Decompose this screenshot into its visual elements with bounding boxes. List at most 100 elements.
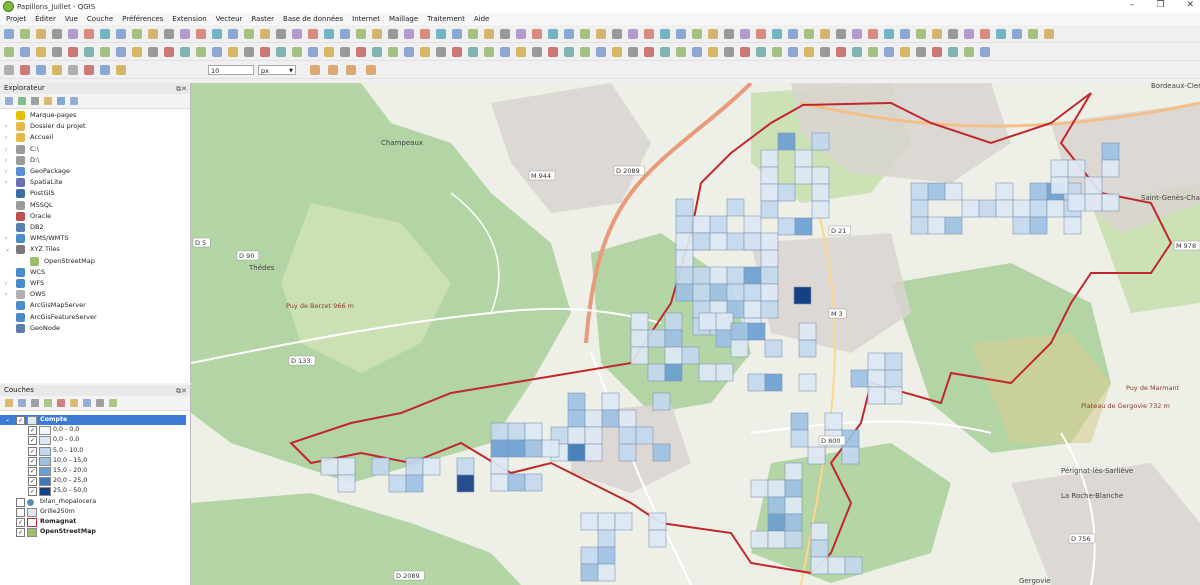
legend-class-item[interactable]: ✓ 15,0 - 20,0: [0, 466, 186, 476]
grid-cell[interactable]: [790, 412, 809, 431]
grid-cell[interactable]: [715, 329, 734, 348]
grid-cell[interactable]: [709, 283, 728, 302]
menu-extension[interactable]: Extension: [172, 15, 206, 23]
grid-cell[interactable]: [807, 446, 826, 465]
grid-cell[interactable]: [715, 312, 734, 331]
tolerance-input[interactable]: 10: [208, 65, 254, 75]
expand-arrow-icon[interactable]: ›: [5, 177, 7, 188]
panel-tool-icon[interactable]: [70, 399, 78, 407]
toolbar-tool-icon[interactable]: [196, 47, 206, 57]
grid-cell[interactable]: [760, 183, 779, 202]
toolbar-tool-icon[interactable]: [340, 29, 350, 39]
grid-cell[interactable]: [1101, 159, 1120, 178]
toolbar-tool-icon[interactable]: [388, 29, 398, 39]
grid-cell[interactable]: [614, 512, 633, 531]
menu-base-de-donnees[interactable]: Base de données: [283, 15, 343, 23]
toolbar-tool-icon[interactable]: [244, 47, 254, 57]
layer-checkbox[interactable]: ✓: [28, 436, 37, 446]
snapping-tool-icon[interactable]: [366, 65, 376, 75]
grid-cell[interactable]: [388, 474, 407, 493]
toolbar-tool-icon[interactable]: [564, 29, 574, 39]
toolbar-tool-icon[interactable]: [436, 47, 446, 57]
toolbar-tool-icon[interactable]: [212, 29, 222, 39]
grid-cell[interactable]: [597, 512, 616, 531]
grid-cell[interactable]: [726, 266, 745, 285]
toolbar-tool-icon[interactable]: [628, 47, 638, 57]
grid-cell[interactable]: [777, 132, 796, 151]
expand-arrow-icon[interactable]: ›: [5, 155, 7, 166]
grid-cell[interactable]: [784, 479, 803, 498]
grid-cell[interactable]: [784, 513, 803, 532]
grid-cell[interactable]: [811, 183, 830, 202]
grid-cell[interactable]: [810, 556, 829, 575]
toolbar-tool-icon[interactable]: [756, 47, 766, 57]
grid-cell[interactable]: [793, 286, 812, 305]
toolbar-tool-icon[interactable]: [260, 29, 270, 39]
grid-cell[interactable]: [777, 183, 796, 202]
grid-cell[interactable]: [798, 322, 817, 341]
toolbar-tool-icon[interactable]: [356, 29, 366, 39]
grid-cell[interactable]: [794, 166, 813, 185]
grid-cell[interactable]: [647, 329, 666, 348]
grid-cell[interactable]: [995, 182, 1014, 201]
toolbar-tool-icon[interactable]: [20, 29, 30, 39]
toolbar-tool-icon[interactable]: [500, 47, 510, 57]
menu-aide[interactable]: Aide: [474, 15, 489, 23]
panel-tool-icon[interactable]: [18, 399, 26, 407]
grid-cell[interactable]: [648, 529, 667, 548]
toolbar-tool-icon[interactable]: [500, 29, 510, 39]
grid-cell[interactable]: [910, 216, 929, 235]
menu-projet[interactable]: Projet: [6, 15, 26, 23]
legend-class-item[interactable]: ✓ 20,0 - 25,0: [0, 476, 186, 487]
grid-cell[interactable]: [405, 474, 424, 493]
layer-checkbox[interactable]: ✓: [16, 518, 25, 527]
toolbar-tool-icon[interactable]: [372, 47, 382, 57]
grid-cell[interactable]: [618, 409, 637, 428]
toolbar-tool-icon[interactable]: [516, 29, 526, 39]
menu-couche[interactable]: Couche: [87, 15, 113, 23]
grid-cell[interactable]: [580, 563, 599, 582]
toolbar-tool-icon[interactable]: [484, 29, 494, 39]
grid-cell[interactable]: [692, 215, 711, 234]
toolbar-tool-icon[interactable]: [676, 47, 686, 57]
grid-cell[interactable]: [910, 182, 929, 201]
toolbar-tool-icon[interactable]: [404, 47, 414, 57]
grid-cell[interactable]: [664, 329, 683, 348]
toolbar-tool-icon[interactable]: [132, 29, 142, 39]
grid-cell[interactable]: [567, 409, 586, 428]
grid-cell[interactable]: [1084, 176, 1103, 195]
legend-class-item[interactable]: ✓ 10,0 - 15,0: [0, 456, 186, 466]
maximize-button[interactable]: ❐: [1156, 0, 1164, 10]
grid-cell[interactable]: [635, 426, 654, 445]
toolbar-tool-icon[interactable]: [212, 47, 222, 57]
grid-cell[interactable]: [810, 522, 829, 541]
grid-cell[interactable]: [675, 266, 694, 285]
toolbar-tool-icon[interactable]: [228, 29, 238, 39]
grid-cell[interactable]: [767, 513, 786, 532]
toolbar-tool-icon[interactable]: [580, 29, 590, 39]
grid-cell[interactable]: [580, 546, 599, 565]
grid-cell[interactable]: [681, 346, 700, 365]
grid-cell[interactable]: [1029, 216, 1048, 235]
toolbar-tool-icon[interactable]: [868, 47, 878, 57]
grid-cell[interactable]: [1067, 193, 1086, 212]
grid-cell[interactable]: [567, 426, 586, 445]
grid-cell[interactable]: [867, 369, 886, 388]
grid-cell[interactable]: [784, 462, 803, 481]
grid-cell[interactable]: [692, 266, 711, 285]
toolbar-tool-icon[interactable]: [836, 29, 846, 39]
grid-cell[interactable]: [811, 200, 830, 219]
expand-arrow-icon[interactable]: ›: [5, 144, 7, 155]
toolbar-tool-icon[interactable]: [228, 47, 238, 57]
expand-arrow-icon[interactable]: ›: [5, 121, 7, 132]
grid-cell[interactable]: [841, 446, 860, 465]
minimize-button[interactable]: –: [1130, 0, 1135, 10]
grid-cell[interactable]: [784, 496, 803, 515]
toolbar-tool-icon[interactable]: [116, 65, 126, 75]
grid-cell[interactable]: [961, 199, 980, 218]
toolbar-tool-icon[interactable]: [452, 47, 462, 57]
layer-checkbox[interactable]: ✓: [28, 446, 37, 456]
grid-cell[interactable]: [648, 512, 667, 531]
grid-cell[interactable]: [507, 473, 526, 492]
layer-checkbox[interactable]: ✓: [16, 528, 25, 538]
